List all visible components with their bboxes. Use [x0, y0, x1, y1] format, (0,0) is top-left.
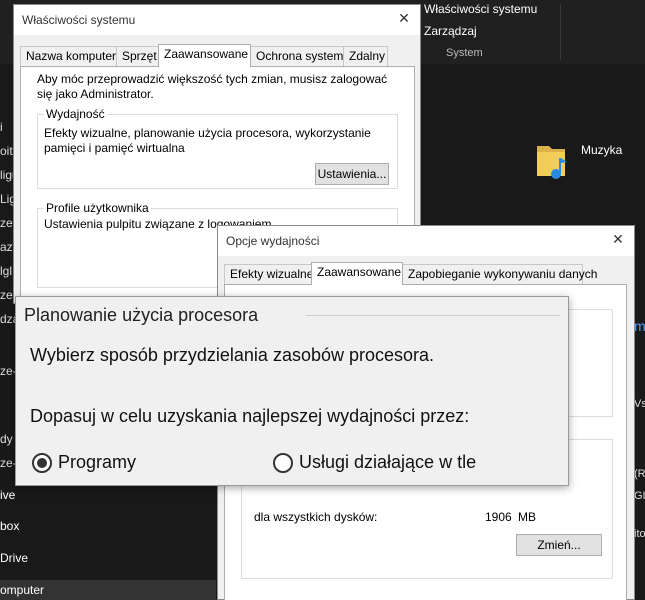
change-virtual-memory-button[interactable]: Zmień... — [516, 534, 602, 556]
right-fragment: GI — [634, 490, 645, 502]
virtual-memory-unit: MB — [518, 510, 536, 524]
ribbon-manage[interactable]: Zarządzaj — [424, 24, 477, 38]
ribbon-system-group: Właściwości systemu Zarządzaj System — [418, 0, 548, 64]
group-border-line — [306, 315, 560, 316]
radio-button-unselected[interactable] — [273, 453, 293, 473]
tab-advanced[interactable]: Zaawansowane — [158, 44, 251, 67]
title-bar[interactable]: Opcje wydajności ✕ — [218, 226, 634, 256]
radio-dot — [37, 458, 47, 468]
tab-advanced[interactable]: Zaawansowane — [311, 262, 403, 285]
processor-scheduling-zoom: Planowanie użycia procesora Wybierz spos… — [15, 296, 569, 486]
radio-background-services-label[interactable]: Usługi działające w tle — [299, 452, 476, 473]
right-fragment: ito — [634, 528, 645, 540]
performance-group-title: Wydajność — [44, 107, 107, 121]
right-fragment: (R — [634, 468, 645, 480]
close-icon[interactable]: ✕ — [610, 231, 626, 247]
performance-description: Efekty wizualne, planowanie użycia proce… — [44, 126, 371, 155]
nav-item[interactable]: i — [0, 120, 3, 134]
nav-item-drive[interactable]: ive — [0, 488, 15, 502]
title-bar[interactable]: Właściwości systemu ✕ — [14, 5, 420, 35]
processor-scheduling-title: Planowanie użycia procesora — [24, 305, 267, 326]
tab-system-protection[interactable]: Ochrona systemu — [250, 46, 350, 66]
radio-button-selected[interactable] — [32, 453, 52, 473]
performance-group: Wydajność Efekty wizualne, planowanie uż… — [37, 107, 398, 189]
processor-scheduling-description: Wybierz sposób przydzielania zasobów pro… — [30, 345, 435, 365]
ribbon-system-properties[interactable]: Właściwości systemu — [424, 2, 537, 16]
adjust-for-label: Dopasuj w celu uzyskania najlepszej wyda… — [30, 406, 470, 426]
radio-programs[interactable]: Programy — [32, 451, 172, 477]
nav-item[interactable]: dy — [0, 432, 13, 446]
nav-item[interactable]: lgl — [0, 264, 12, 278]
admin-note: Aby móc przeprowadzić większość tych zmi… — [37, 72, 388, 101]
nav-item-onedrive[interactable]: Drive — [0, 551, 28, 565]
virtual-memory-value: 1906 — [485, 510, 512, 524]
tab-strip: Efekty wizualne Zaawansowane Zapobiegani… — [224, 262, 624, 285]
radio-programs-label[interactable]: Programy — [58, 452, 136, 473]
virtual-memory-label: dla wszystkich dysków: — [254, 510, 378, 524]
tab-computer-name[interactable]: Nazwa komputera — [20, 46, 123, 66]
tab-data-execution-prevention[interactable]: Zapobieganie wykonywaniu danych — [402, 264, 597, 284]
tab-visual-effects[interactable]: Efekty wizualne — [224, 264, 313, 284]
ribbon-separator — [560, 4, 561, 60]
nav-item-this-computer[interactable]: omputer — [0, 583, 44, 597]
user-profiles-group-title: Profile użytkownika — [44, 201, 151, 215]
window-title: Właściwości systemu — [22, 13, 136, 27]
tab-strip: Nazwa komputera Sprzęt Zaawansowane Ochr… — [20, 44, 400, 67]
tab-remote[interactable]: Zdalny — [343, 46, 388, 66]
window-title: Opcje wydajności — [226, 234, 320, 248]
ribbon-group-label: System — [446, 47, 483, 59]
radio-background-services[interactable]: Usługi działające w tle — [273, 451, 513, 477]
nav-item[interactable]: ze- — [0, 456, 16, 470]
performance-settings-button[interactable]: Ustawienia... — [315, 163, 389, 185]
music-folder-icon[interactable] — [535, 138, 575, 182]
right-fragment: m — [634, 318, 645, 334]
right-fragment: Vsz — [634, 398, 645, 410]
nav-item-dropbox[interactable]: box — [0, 519, 19, 533]
nav-item[interactable]: oit — [0, 144, 13, 158]
folder-label-music[interactable]: Muzyka — [581, 143, 622, 157]
nav-item[interactable]: dzą — [0, 312, 16, 326]
nav-item[interactable]: ze- — [0, 364, 16, 378]
tab-hardware[interactable]: Sprzęt — [116, 46, 159, 66]
close-icon[interactable]: ✕ — [396, 10, 412, 26]
